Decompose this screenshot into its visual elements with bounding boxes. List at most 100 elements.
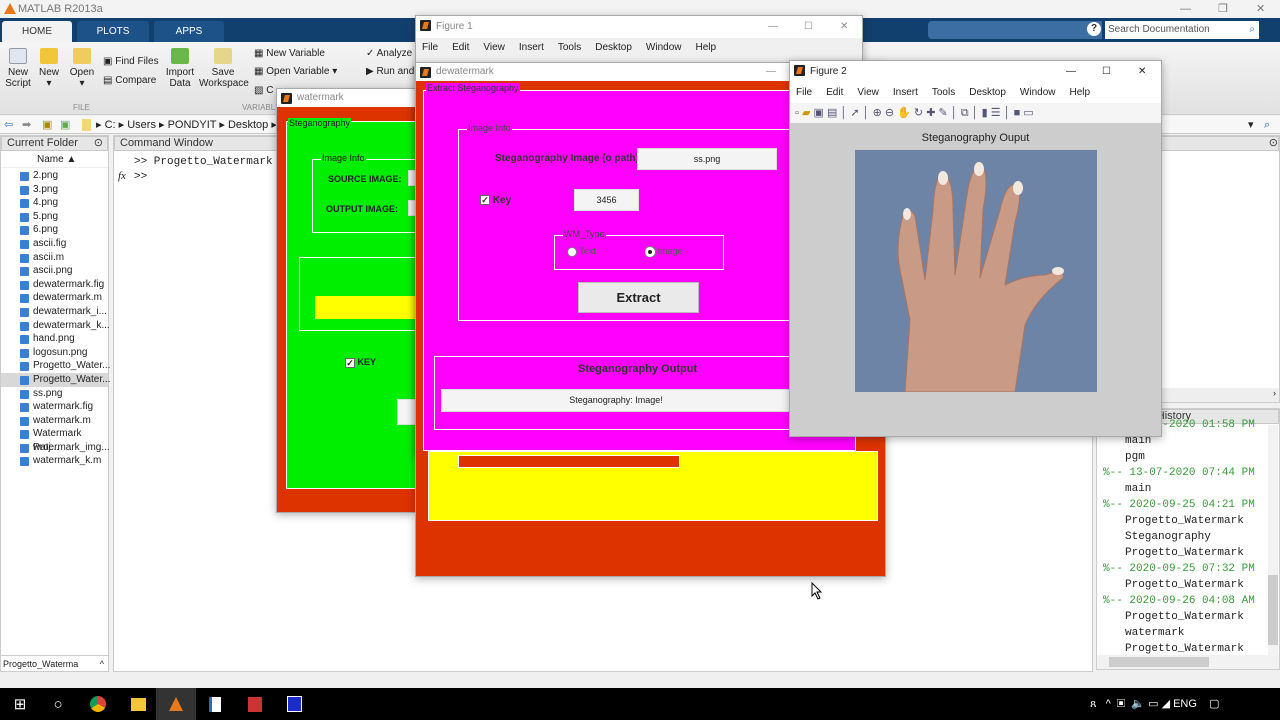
menu-insert[interactable]: Insert (519, 42, 544, 53)
file-item[interactable]: 3.png (1, 183, 108, 197)
figure-1-titlebar[interactable]: Figure 1 — ☐ ✕ (416, 16, 862, 38)
document-icon[interactable] (195, 688, 235, 720)
hide-tools-icon[interactable]: ■ (1014, 107, 1021, 119)
minimize-button[interactable]: — (1180, 0, 1191, 18)
compare-button[interactable]: ▤ Compare (103, 75, 156, 86)
menu-desktop[interactable]: Desktop (969, 87, 1006, 98)
start-button[interactable]: ⊞ (0, 688, 40, 720)
history-entry[interactable]: Progetto_Watermark (1103, 609, 1268, 625)
file-item[interactable]: 6.png (1, 223, 108, 237)
new-variable-button[interactable]: ▦ New Variable (254, 48, 325, 59)
address-dropdown-icon[interactable]: ▾ (1248, 116, 1254, 134)
file-item[interactable]: Progetto_Water... (1, 372, 110, 387)
history-entry[interactable]: watermark (1103, 625, 1268, 641)
minimize-button[interactable]: — (768, 16, 778, 38)
colorbar-icon[interactable]: ▮ (982, 107, 988, 119)
file-item[interactable]: hand.png (1, 332, 108, 346)
analyze-code-button[interactable]: ✓ Analyze (366, 48, 412, 59)
brush-icon[interactable]: ✎ (938, 107, 947, 119)
close-button[interactable]: ✕ (1256, 0, 1265, 18)
history-entry[interactable]: Progetto_Watermark (1103, 577, 1268, 593)
save-icon[interactable]: ▣ (814, 107, 824, 119)
search-documentation-input[interactable]: Search Documentation ⌕ (1105, 21, 1259, 39)
file-item[interactable]: logosun.png (1, 346, 108, 360)
details-bar[interactable]: Progetto_Waterma ^ (1, 655, 108, 671)
open-variable-button[interactable]: ▦ Open Variable ▾ (254, 66, 337, 77)
menu-window[interactable]: Window (1020, 87, 1056, 98)
file-item[interactable]: Watermark Proj... (1, 427, 108, 453)
menu-edit[interactable]: Edit (452, 42, 469, 53)
menu-edit[interactable]: Edit (826, 87, 843, 98)
help-icon[interactable]: ? (1087, 22, 1101, 36)
open-button[interactable]: Open ▾ (68, 48, 96, 89)
pdf-icon[interactable] (235, 688, 275, 720)
history-entry[interactable]: main (1103, 481, 1268, 497)
back-icon[interactable]: ⇦ (4, 116, 13, 134)
maximize-button[interactable]: ❐ (1218, 0, 1228, 18)
save-workspace-button[interactable]: Save Workspace (199, 48, 249, 89)
app-icon[interactable] (274, 688, 314, 720)
print-icon[interactable]: ▤ (827, 107, 837, 119)
menu-file[interactable]: File (796, 87, 812, 98)
language-indicator[interactable]: ENG (1173, 698, 1197, 710)
history-session-header[interactable]: %-- 2020-09-26 04:08 AM (1103, 593, 1268, 609)
up-folder-icon[interactable]: ▣ (42, 116, 52, 134)
legend-icon[interactable]: ☰ (991, 107, 1001, 119)
file-item[interactable]: dewatermark.m (1, 291, 108, 305)
quick-access-toolbar[interactable] (928, 21, 1102, 39)
menu-help[interactable]: Help (1070, 87, 1091, 98)
menu-view[interactable]: View (483, 42, 505, 53)
data-cursor-icon[interactable]: ✚ (926, 107, 935, 119)
history-session-header[interactable]: %-- 13-07-2020 07:44 PM (1103, 465, 1268, 481)
rotate-icon[interactable]: ↻ (914, 107, 923, 119)
radio-text[interactable]: Text (567, 246, 596, 257)
file-item[interactable]: 2.png (1, 169, 108, 183)
file-item[interactable]: watermark.fig (1, 400, 108, 414)
run-and-time-button[interactable]: ▶ Run and (366, 66, 414, 77)
file-item[interactable]: ascii.m (1, 251, 108, 265)
history-session-header[interactable]: %-- 2020-09-25 07:32 PM (1103, 561, 1268, 577)
tab-plots[interactable]: PLOTS (77, 21, 149, 42)
link-icon[interactable]: ⧉ (961, 107, 969, 119)
history-vscrollbar[interactable] (1268, 425, 1278, 655)
menu-window[interactable]: Window (646, 42, 682, 53)
file-item[interactable]: ascii.fig (1, 237, 108, 251)
new-button[interactable]: New ▾ (37, 48, 61, 89)
show-tools-icon[interactable]: ▭ (1023, 107, 1033, 119)
file-item[interactable]: Progetto_Water... (1, 359, 110, 373)
zoom-in-icon[interactable]: ⊕ (873, 107, 882, 119)
history-session-header[interactable]: %-- 2020-09-25 04:21 PM (1103, 497, 1268, 513)
import-data-button[interactable]: Import Data (164, 48, 196, 89)
clear-workspace-button[interactable]: ▧ C (254, 85, 273, 96)
extract-button[interactable]: Extract (578, 282, 699, 313)
menu-view[interactable]: View (857, 87, 879, 98)
key-field[interactable]: 3456 (574, 189, 639, 211)
file-item[interactable]: ascii.png (1, 264, 108, 278)
menu-file[interactable]: File (422, 42, 438, 53)
menu-desktop[interactable]: Desktop (595, 42, 632, 53)
file-item[interactable]: watermark_img... (1, 441, 110, 455)
history-entry[interactable]: Steganography (1103, 529, 1268, 545)
pointer-icon[interactable]: ➚ (850, 107, 859, 119)
menu-tools[interactable]: Tools (932, 87, 955, 98)
menu-help[interactable]: Help (696, 42, 717, 53)
history-entry[interactable]: Progetto_Watermark (1103, 513, 1268, 529)
menu-tools[interactable]: Tools (558, 42, 581, 53)
file-item[interactable]: watermark_k.m (1, 454, 108, 468)
file-item[interactable]: dewatermark.fig (1, 278, 108, 292)
watermark-titlebar[interactable]: watermark (277, 89, 415, 107)
file-item[interactable]: watermark.m (1, 414, 108, 428)
key-checkbox[interactable]: ✓ Key (480, 195, 511, 206)
breadcrumb[interactable]: ▸ C: ▸ Users ▸ PONDYIT ▸ Desktop ▸ (96, 116, 277, 134)
command-prompt[interactable]: >> (134, 171, 147, 183)
history-hscrollbar[interactable] (1097, 655, 1279, 669)
chrome-icon[interactable] (78, 688, 118, 720)
pan-icon[interactable]: ✋ (897, 107, 911, 119)
open-file-icon[interactable]: ▰ (802, 107, 810, 119)
tab-home[interactable]: HOME (2, 21, 72, 44)
minimize-button[interactable]: — (766, 63, 776, 81)
matlab-taskbar-icon[interactable] (156, 688, 196, 720)
search-button[interactable]: ○ (38, 688, 78, 720)
forward-icon[interactable]: ➡ (22, 116, 31, 134)
menu-insert[interactable]: Insert (893, 87, 918, 98)
